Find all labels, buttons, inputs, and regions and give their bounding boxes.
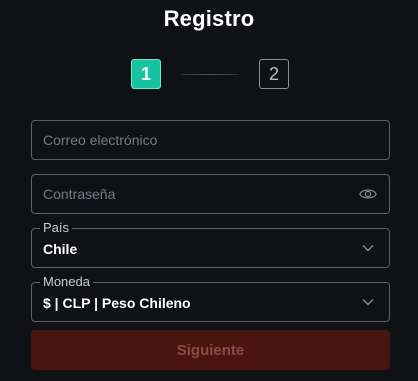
step-1-indicator[interactable]: 1: [131, 59, 161, 89]
currency-value: $ | CLP | Peso Chileno: [43, 295, 191, 311]
eye-icon[interactable]: [359, 186, 377, 202]
currency-label: Moneda: [40, 274, 93, 290]
country-value: Chile: [43, 241, 78, 257]
chevron-down-icon: [362, 299, 374, 306]
currency-select[interactable]: Moneda $ | CLP | Peso Chileno: [31, 274, 390, 322]
password-input[interactable]: [32, 175, 343, 213]
country-label: País: [40, 220, 73, 236]
chevron-down-icon: [362, 245, 374, 252]
next-button[interactable]: Siguiente: [31, 330, 390, 370]
stepper: 1 2: [131, 59, 291, 91]
step-2-indicator[interactable]: 2: [259, 59, 289, 89]
password-field-container: [31, 174, 390, 214]
page-title: Registro: [163, 6, 255, 31]
country-select[interactable]: País Chile: [31, 220, 390, 268]
email-input[interactable]: [32, 121, 343, 159]
step-connector: [181, 74, 239, 75]
email-field-container: [31, 120, 390, 160]
